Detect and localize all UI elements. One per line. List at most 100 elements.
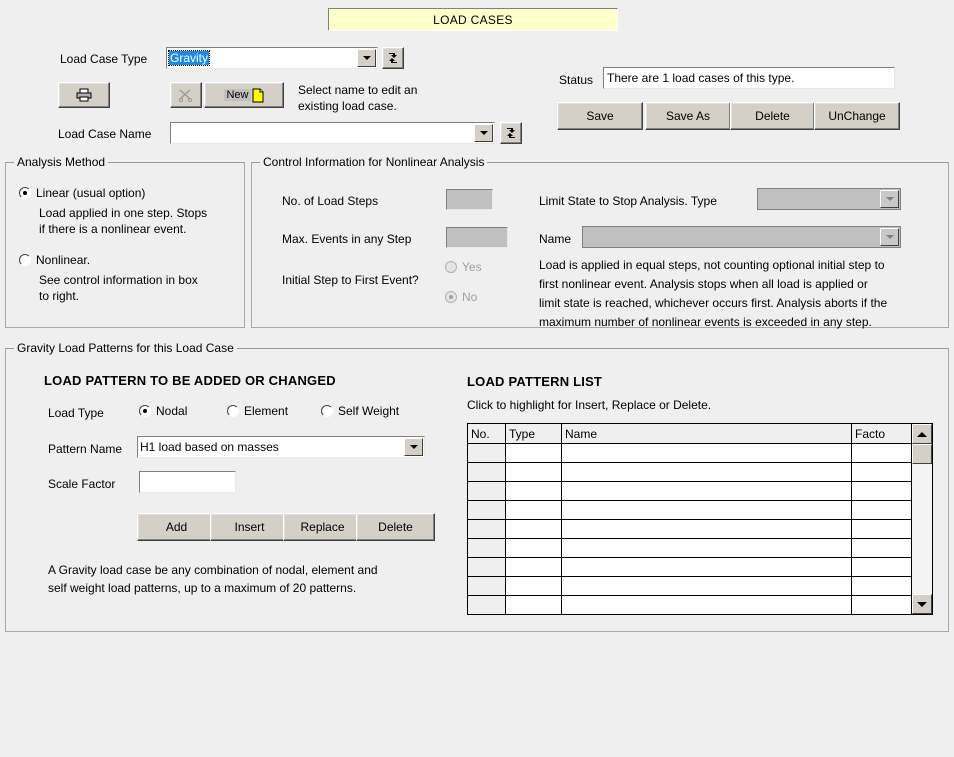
unchange-button[interactable]: UnChange: [814, 102, 900, 130]
scrollbar-trough[interactable]: [912, 464, 932, 594]
status-label: Status: [559, 73, 594, 87]
limit-state-name-label: Name: [539, 232, 572, 246]
cut-button[interactable]: [170, 82, 202, 108]
limit-state-name-combo[interactable]: [582, 226, 901, 248]
radio-initial-step-yes-label: Yes: [462, 260, 482, 274]
cell-no: [468, 539, 506, 557]
refresh-icon: [389, 53, 397, 63]
cell-name: [562, 558, 852, 576]
table-row[interactable]: [468, 577, 932, 596]
scale-factor-field[interactable]: [139, 471, 236, 493]
load-case-name-label: Load Case Name: [58, 127, 152, 141]
save-button-label: Save: [586, 109, 614, 123]
radio-initial-step-yes[interactable]: Yes: [445, 260, 482, 274]
table-row[interactable]: [468, 520, 932, 539]
cell-factor: [852, 520, 894, 538]
gravity-load-patterns-group-title: Gravity Load Patterns for this Load Case: [14, 341, 237, 355]
limit-state-type-combo[interactable]: [757, 188, 901, 210]
max-events-field[interactable]: [446, 227, 508, 248]
pattern-name-value: H1 load based on masses: [140, 440, 279, 454]
cell-type: [506, 482, 562, 500]
print-button[interactable]: [58, 82, 110, 108]
radio-load-type-nodal[interactable]: Nodal: [139, 404, 187, 418]
chevron-down-icon[interactable]: [880, 190, 899, 208]
delete-pattern-button[interactable]: Delete: [356, 513, 435, 541]
column-header-no: No.: [468, 424, 506, 443]
pattern-name-combo[interactable]: H1 load based on masses: [137, 436, 425, 458]
limit-state-type-value: [758, 189, 879, 209]
table-row[interactable]: [468, 463, 932, 482]
no-of-load-steps-label: No. of Load Steps: [282, 194, 379, 208]
radio-load-type-self-weight-label: Self Weight: [338, 404, 400, 418]
radio-load-type-nodal-label: Nodal: [156, 404, 188, 418]
cell-no: [468, 444, 506, 462]
gravity-load-note-line2: self weight load patterns, up to a maxim…: [48, 581, 357, 595]
radio-initial-step-no[interactable]: No: [445, 290, 477, 304]
save-button[interactable]: Save: [557, 102, 643, 130]
control-information-group-title: Control Information for Nonlinear Analys…: [260, 155, 488, 169]
cell-no: [468, 558, 506, 576]
table-row[interactable]: [468, 501, 932, 520]
add-pattern-button[interactable]: Add: [137, 513, 216, 541]
linear-description-line2: if there is a nonlinear event.: [39, 222, 187, 236]
table-row[interactable]: [468, 596, 932, 615]
table-row[interactable]: [468, 444, 932, 463]
table-row[interactable]: [468, 482, 932, 501]
scrollbar-thumb[interactable]: [912, 444, 932, 464]
limit-state-name-value: [583, 227, 879, 247]
load-pattern-table[interactable]: No. Type Name Facto: [467, 423, 933, 615]
control-description-line1: Load is applied in equal steps, not coun…: [539, 258, 885, 272]
edit-hint-line1: Select name to edit an: [298, 83, 418, 97]
cell-factor: [852, 501, 894, 519]
radio-load-type-element[interactable]: Element: [227, 404, 288, 418]
cell-type: [506, 577, 562, 595]
load-case-name-combo[interactable]: [170, 122, 495, 144]
chevron-down-icon[interactable]: [474, 124, 493, 142]
refresh-load-case-name-button[interactable]: [500, 122, 522, 144]
cell-no: [468, 520, 506, 538]
table-row[interactable]: [468, 558, 932, 577]
scale-factor-label: Scale Factor: [48, 477, 116, 491]
radio-linear[interactable]: Linear (usual option): [19, 186, 145, 200]
page-title-text: LOAD CASES: [433, 12, 513, 27]
scroll-up-button[interactable]: [912, 424, 932, 444]
cell-type: [506, 463, 562, 481]
scroll-down-button[interactable]: [912, 594, 932, 614]
refresh-load-case-type-button[interactable]: [382, 47, 404, 69]
table-row[interactable]: [468, 539, 932, 558]
linear-description-line1: Load applied in one step. Stops: [39, 206, 208, 220]
cell-type: [506, 539, 562, 557]
cell-type: [506, 444, 562, 462]
column-header-type: Type: [506, 424, 562, 443]
chevron-down-icon[interactable]: [404, 438, 423, 456]
insert-pattern-button[interactable]: Insert: [210, 513, 289, 541]
analysis-method-group-title: Analysis Method: [14, 155, 109, 169]
save-as-button[interactable]: Save As: [645, 102, 731, 130]
cell-factor: [852, 482, 894, 500]
radio-nonlinear[interactable]: Nonlinear.: [19, 253, 90, 267]
load-case-type-label: Load Case Type: [60, 52, 148, 66]
chevron-down-icon[interactable]: [357, 49, 376, 67]
control-description-line2: first nonlinear event. Analysis stops wh…: [539, 277, 868, 291]
replace-pattern-button-label: Replace: [300, 520, 345, 534]
radio-load-type-element-label: Element: [244, 404, 289, 418]
new-button[interactable]: New: [204, 82, 284, 108]
cell-type: [506, 501, 562, 519]
load-case-type-combo[interactable]: Gravity: [166, 47, 378, 69]
no-of-load-steps-field[interactable]: [446, 189, 493, 210]
delete-button-label: Delete: [755, 109, 790, 123]
control-description-line4: maximum number of nonlinear events is ex…: [539, 315, 872, 329]
new-button-label: New: [224, 89, 251, 101]
table-scrollbar[interactable]: [911, 424, 932, 614]
chevron-down-icon[interactable]: [880, 228, 899, 246]
radio-initial-step-no-dot: [445, 291, 457, 303]
control-information-description: Load is applied in equal steps, not coun…: [539, 256, 939, 332]
delete-pattern-button-label: Delete: [378, 520, 413, 534]
delete-button[interactable]: Delete: [730, 102, 815, 130]
triangle-up-icon: [917, 431, 927, 437]
printer-icon: [76, 88, 92, 102]
analysis-method-group: Analysis Method Linear (usual option) Lo…: [5, 155, 245, 328]
radio-load-type-self-weight[interactable]: Self Weight: [321, 404, 399, 418]
cell-factor: [852, 539, 894, 557]
replace-pattern-button[interactable]: Replace: [283, 513, 362, 541]
